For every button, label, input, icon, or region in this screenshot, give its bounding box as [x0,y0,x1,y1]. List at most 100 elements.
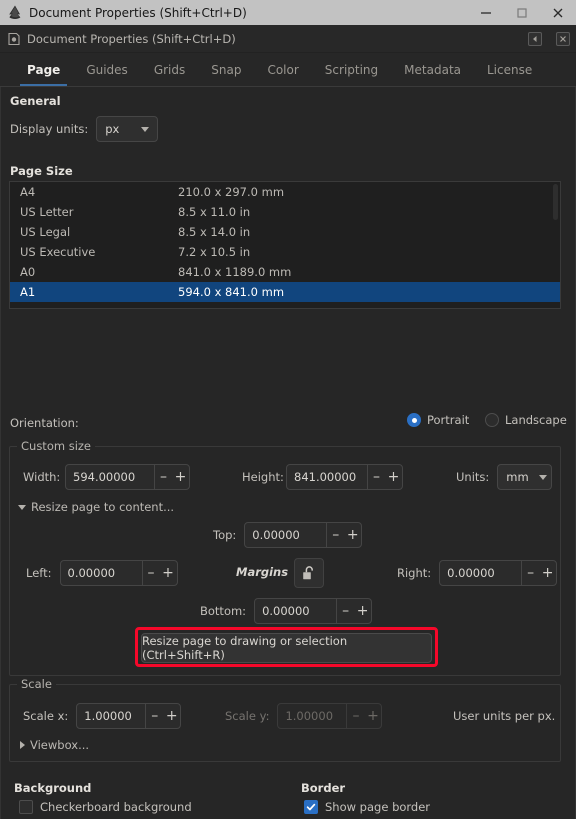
inkscape-logo-icon [6,4,24,22]
checkerboard-background-checkbox[interactable] [19,800,33,814]
triangle-down-icon [18,504,26,510]
margin-top-value[interactable]: 0.00000 [245,523,326,547]
background-heading: Background [14,781,92,795]
dock-title: Document Properties (Shift+Ctrl+D) [27,31,236,46]
width-decrement-button[interactable]: – [155,465,172,489]
tab-scripting[interactable]: Scripting [312,53,391,86]
tab-metadata[interactable]: Metadata [391,53,474,86]
height-value[interactable]: 841.00000 [287,465,367,489]
scale-legend: Scale [17,677,56,691]
page-tab-panel: General Display units: px Page Size A4 2… [0,87,576,819]
scale-x-label: Scale x: [23,709,69,723]
margin-right-increment-button[interactable]: + [539,561,556,585]
margin-bottom-spinner[interactable]: 0.00000 – + [254,598,373,624]
margin-left-value[interactable]: 0.00000 [61,561,142,585]
tab-license[interactable]: License [474,53,545,86]
tab-label: Snap [211,62,242,77]
tab-grids[interactable]: Grids [141,53,198,86]
height-decrement-button[interactable]: – [368,465,385,489]
margin-bottom-increment-button[interactable]: + [354,599,371,623]
border-heading: Border [301,781,346,795]
margin-bottom-decrement-button[interactable]: – [337,599,354,623]
page-size-row[interactable]: US Executive 7.2 x 10.5 in [10,242,560,262]
resize-page-to-drawing-label: Resize page to drawing or selection (Ctr… [142,634,348,662]
window-title: Document Properties (Shift+Ctrl+D) [29,5,247,20]
margin-top-row: Top: 0.00000 – + [213,522,363,548]
display-units-value: px [105,122,120,136]
margins-label: Margins [236,565,289,579]
margin-top-spinner[interactable]: 0.00000 – + [244,522,363,548]
tab-page[interactable]: Page [14,53,73,86]
dock-collapse-button[interactable] [528,31,542,46]
landscape-radio[interactable] [485,413,499,427]
document-properties-icon [7,32,21,46]
width-increment-button[interactable]: + [172,465,189,489]
display-units-combo[interactable]: px [96,116,159,142]
show-page-border-checkbox[interactable] [304,800,318,814]
margin-bottom-value[interactable]: 0.00000 [255,599,336,623]
resize-page-to-content-label: Resize page to content... [31,500,175,514]
margin-left-increment-button[interactable]: + [160,561,177,585]
page-size-name: A4 [20,185,36,199]
minimize-button[interactable] [468,0,504,25]
tab-guides[interactable]: Guides [73,53,141,86]
general-heading: General [10,94,61,108]
height-spinner[interactable]: 841.00000 – + [286,464,403,490]
page-size-row[interactable]: US Legal 8.5 x 14.0 in [10,222,560,242]
orientation-landscape-option[interactable]: Landscape [485,413,567,427]
page-size-list[interactable]: A4 210.0 x 297.0 mm US Letter 8.5 x 11.0… [9,181,561,309]
chevron-down-icon [141,126,150,132]
margins-lock-button[interactable] [294,558,324,588]
width-value[interactable]: 594.00000 [66,465,154,489]
page-size-row-selected[interactable]: A1 594.0 x 841.0 mm [10,282,560,302]
tab-label: Color [267,62,299,77]
tab-label: Scripting [324,62,379,77]
page-size-name: US Executive [20,245,96,259]
landscape-label: Landscape [505,413,567,427]
margin-right-decrement-button[interactable]: – [522,561,539,585]
units-combo[interactable]: mm [497,464,553,490]
tab-label: Guides [86,62,128,77]
close-button[interactable] [540,0,576,25]
scale-x-increment-button[interactable]: + [163,704,180,728]
tab-label: Grids [153,62,186,77]
page-size-row[interactable]: A0 841.0 x 1189.0 mm [10,262,560,282]
scale-x-decrement-button[interactable]: – [146,704,163,728]
show-page-border-option[interactable]: Show page border [304,800,430,814]
margin-bottom-row: Bottom: 0.00000 – + [200,598,373,624]
margin-left-decrement-button[interactable]: – [143,561,160,585]
page-size-dims: 841.0 x 1189.0 mm [178,265,292,279]
page-size-name: A0 [20,265,36,279]
viewbox-disclosure[interactable]: Viewbox... [20,738,89,752]
margin-right-label: Right: [397,566,432,580]
width-spinner[interactable]: 594.00000 – + [65,464,190,490]
page-size-dims: 594.0 x 841.0 mm [178,285,285,299]
tab-color[interactable]: Color [254,53,311,86]
resize-page-to-drawing-button[interactable]: Resize page to drawing or selection (Ctr… [141,633,432,663]
checkerboard-background-label: Checkerboard background [40,800,192,814]
page-size-row[interactable]: US Letter 8.5 x 11.0 in [10,202,560,222]
dock-close-button[interactable] [556,31,570,46]
tab-snap[interactable]: Snap [198,53,254,86]
resize-page-to-content-disclosure[interactable]: Resize page to content... [18,500,174,514]
height-increment-button[interactable]: + [385,465,402,489]
maximize-button[interactable] [504,0,540,25]
margin-top-increment-button[interactable]: + [344,523,361,547]
checkerboard-background-option[interactable]: Checkerboard background [19,800,192,814]
page-size-row[interactable]: A4 210.0 x 297.0 mm [10,182,560,202]
page-size-dims: 8.5 x 11.0 in [178,205,251,219]
width-row: Width: 594.00000 – + [23,464,190,490]
scale-x-spinner[interactable]: 1.00000 – + [76,703,182,729]
custom-size-legend: Custom size [17,439,96,453]
scale-x-value[interactable]: 1.00000 [77,704,145,728]
units-row: Units: mm [456,464,553,490]
units-value: mm [506,470,529,484]
portrait-radio[interactable] [407,413,421,427]
orientation-portrait-option[interactable]: Portrait [407,413,469,427]
margin-right-value[interactable]: 0.00000 [440,561,521,585]
margin-top-decrement-button[interactable]: – [327,523,344,547]
margin-left-spinner[interactable]: 0.00000 – + [59,560,178,586]
margin-right-spinner[interactable]: 0.00000 – + [439,560,558,586]
page-size-dims: 210.0 x 297.0 mm [178,185,285,199]
page-size-scrollbar[interactable] [553,184,558,220]
